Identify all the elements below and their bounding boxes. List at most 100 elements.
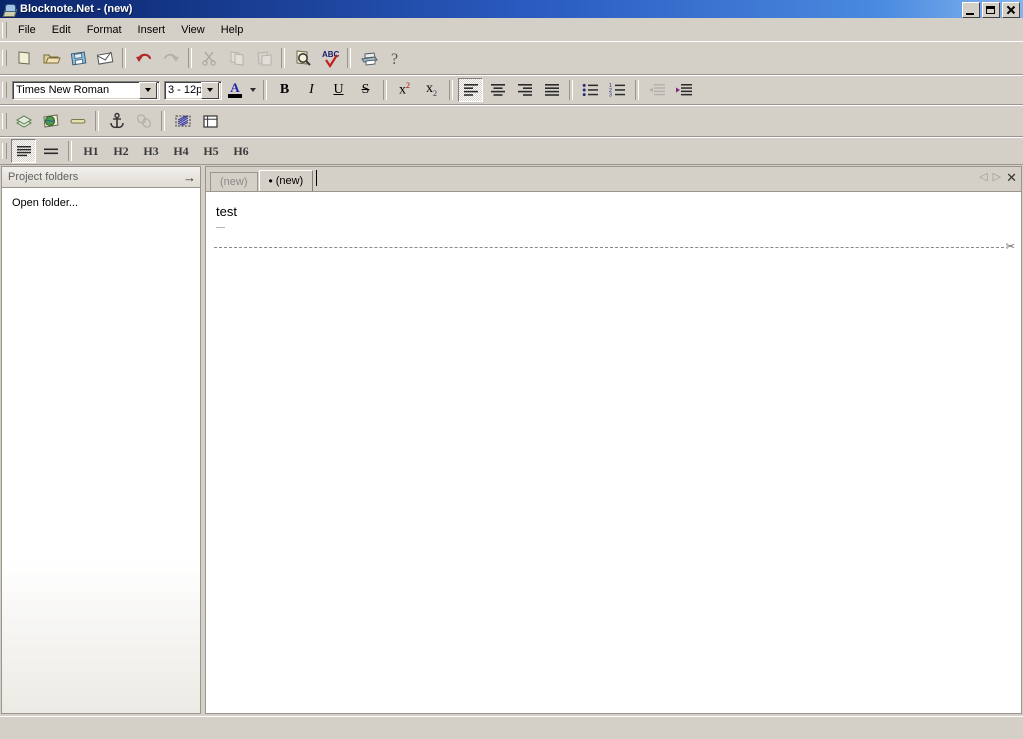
project-folders-title: Project folders: [8, 171, 79, 183]
toolbar-separator: [188, 48, 192, 68]
title-bar: Blocknote.Net - (new): [0, 0, 1023, 18]
close-button[interactable]: [1002, 2, 1020, 18]
menu-item-view[interactable]: View: [173, 21, 213, 39]
insert-link-button: [131, 109, 156, 133]
print-button[interactable]: [356, 46, 381, 70]
insert-special-character-button[interactable]: [170, 109, 195, 133]
align-justify-button[interactable]: [539, 78, 564, 102]
minimize-button[interactable]: [962, 2, 980, 18]
window-title: Blocknote.Net - (new): [20, 3, 133, 15]
decrease-indent-button: [644, 78, 669, 102]
align-left-button[interactable]: [458, 78, 483, 102]
heading-4-button[interactable]: H4: [168, 141, 194, 161]
insert-horizontal-rule-button[interactable]: [65, 109, 90, 133]
font-size-value: 3 - 12pt: [168, 84, 201, 96]
document-tab-1[interactable]: (new): [210, 172, 258, 191]
heading-3-button[interactable]: H3: [138, 141, 164, 161]
panel-splitter[interactable]: [201, 166, 204, 714]
standard-toolbar-grip[interactable]: [2, 50, 7, 66]
superscript-base: x: [399, 82, 406, 98]
heading-6-button[interactable]: H6: [228, 141, 254, 161]
bold-button[interactable]: B: [272, 78, 297, 102]
insert-table-button[interactable]: [197, 109, 222, 133]
spellcheck-button[interactable]: ABC: [317, 46, 342, 70]
help-button[interactable]: ?: [383, 46, 408, 70]
font-size-dropdown-arrow-icon[interactable]: [201, 81, 219, 99]
paragraph-style-button[interactable]: [11, 139, 36, 163]
superscript-exponent: 2: [406, 81, 410, 91]
font-color-dropdown-arrow-icon[interactable]: [246, 78, 259, 102]
tabstrip-caret: [316, 170, 318, 186]
send-mail-button[interactable]: [92, 46, 117, 70]
sidebar-item-open-folder[interactable]: Open folder...: [10, 196, 80, 210]
menu-item-help[interactable]: Help: [213, 21, 252, 39]
insert-anchor-button[interactable]: [104, 109, 129, 133]
toolbar-separator: [635, 80, 639, 100]
insert-image-button[interactable]: [38, 109, 63, 133]
insert-object-button[interactable]: [11, 109, 36, 133]
toolbar-separator: [263, 80, 267, 100]
page-break-dashed-line: [214, 247, 1004, 248]
italic-button[interactable]: I: [299, 78, 324, 102]
undo-button[interactable]: [131, 46, 156, 70]
window-controls: [962, 2, 1020, 18]
italic-label: I: [309, 82, 314, 97]
align-center-button[interactable]: [485, 78, 510, 102]
superscript-button[interactable]: x2: [392, 78, 417, 102]
heading-1-label: H1: [83, 143, 99, 158]
heading-5-button[interactable]: H5: [198, 141, 224, 161]
tab-close-icon[interactable]: ✕: [1006, 171, 1017, 184]
menu-item-format[interactable]: Format: [79, 21, 130, 39]
menu-bar: File Edit Format Insert View Help: [0, 18, 1023, 42]
bullet-list-button[interactable]: [578, 78, 603, 102]
menu-item-edit[interactable]: Edit: [44, 21, 79, 39]
menu-item-file[interactable]: File: [10, 21, 44, 39]
toolbar-separator: [449, 80, 453, 100]
new-document-button[interactable]: [11, 46, 36, 70]
heading-toolbar-grip[interactable]: [2, 143, 7, 159]
heading-2-button[interactable]: H2: [108, 141, 134, 161]
document-text[interactable]: test: [216, 204, 1011, 219]
toolbar-separator: [281, 48, 285, 68]
tab-prev-arrow-icon[interactable]: ◁: [979, 172, 987, 183]
find-button[interactable]: [290, 46, 315, 70]
increase-indent-button[interactable]: [671, 78, 696, 102]
insert-toolbar: [0, 105, 1023, 137]
font-color-button[interactable]: A: [224, 78, 246, 102]
insert-toolbar-grip[interactable]: [2, 113, 7, 129]
underline-label: U: [333, 82, 344, 97]
heading-4-label: H4: [173, 143, 189, 158]
font-size-select[interactable]: 3 - 12pt: [164, 80, 222, 100]
document-tab-2[interactable]: • (new): [258, 170, 314, 191]
tab-next-arrow-icon[interactable]: ▷: [993, 172, 1001, 183]
restore-button[interactable]: [982, 2, 1000, 18]
status-bar-text: [0, 717, 1023, 725]
save-button[interactable]: [65, 46, 90, 70]
project-folders-header: Project folders →: [2, 167, 200, 188]
font-family-dropdown-arrow-icon[interactable]: [139, 81, 157, 99]
project-folders-list: Open folder...: [2, 188, 200, 210]
subscript-base: x: [426, 81, 433, 97]
preformatted-style-button[interactable]: [38, 139, 63, 163]
collapse-panel-arrow-icon[interactable]: →: [183, 171, 196, 184]
formatting-toolbar-grip[interactable]: [2, 82, 7, 98]
open-file-button[interactable]: [38, 46, 63, 70]
strikethrough-button[interactable]: S: [353, 78, 378, 102]
heading-1-button[interactable]: H1: [78, 141, 104, 161]
menu-item-insert[interactable]: Insert: [130, 21, 174, 39]
heading-5-label: H5: [203, 143, 219, 158]
formatting-toolbar: Times New Roman 3 - 12pt A B I U S x2: [0, 75, 1023, 105]
document-tabstrip: (new) • (new) ◁ ▷ ✕: [206, 167, 1021, 192]
underline-button[interactable]: U: [326, 78, 351, 102]
font-family-select[interactable]: Times New Roman: [12, 80, 160, 100]
numbered-list-button[interactable]: 123: [605, 78, 630, 102]
document-canvas[interactable]: test ✂: [206, 192, 1021, 713]
menu-drag-grip[interactable]: [2, 21, 7, 38]
redo-button: [158, 46, 183, 70]
toolbar-separator: [347, 48, 351, 68]
subscript-exponent: 2: [433, 88, 437, 98]
subscript-button[interactable]: x2: [419, 78, 444, 102]
align-right-button[interactable]: [512, 78, 537, 102]
blocknote-app-icon: [2, 3, 18, 17]
svg-text:?: ?: [391, 51, 398, 68]
